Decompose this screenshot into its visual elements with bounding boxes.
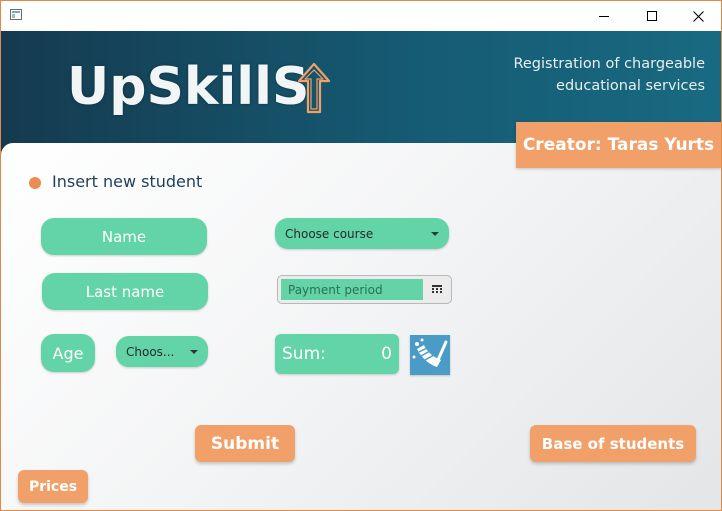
clear-form-button[interactable] [410,335,450,375]
close-icon [692,10,704,22]
section-bullet [29,177,41,189]
sum-display: Sum: 0 [275,334,399,374]
title-bar [1,1,721,31]
base-of-students-button[interactable]: Base of students [530,425,696,462]
submit-button[interactable]: Submit [195,425,295,462]
name-field[interactable]: Name [41,218,207,255]
last-name-field[interactable]: Last name [42,273,208,310]
calendar-icon [432,285,442,293]
maximize-icon [647,11,657,21]
course-select-value: Choose course [285,226,374,241]
calendar-button[interactable] [424,277,450,302]
upload-arrow-icon [297,62,331,114]
last-name-field-label: Last name [85,282,165,301]
course-select[interactable]: Choose course [275,218,449,249]
chevron-down-icon [190,349,198,354]
close-button[interactable] [675,1,721,31]
app-window: UpSkillS Registration of chargeable educ… [0,0,722,511]
creator-badge: Creator: Taras Yurts [516,122,721,168]
minimize-button[interactable] [581,1,627,31]
age-select[interactable]: Choos... [116,336,208,367]
age-select-value: Choos... [126,344,175,359]
app-window-icon [10,9,22,20]
name-field-label: Name [101,227,147,246]
app-logo-text: UpSkillS [67,57,310,117]
section-title: Insert new student [52,172,203,191]
age-field[interactable]: Age [41,334,95,372]
payment-period-picker [277,275,452,304]
sum-label: Sum: [282,344,326,364]
registration-title-line1: Registration of chargeable [513,56,705,72]
minimize-icon [599,16,609,17]
registration-title-line2: educational services [556,78,705,94]
prices-button[interactable]: Prices [18,470,88,503]
age-field-label: Age [52,343,84,363]
sum-value: 0 [381,344,392,364]
payment-period-input[interactable] [281,279,423,300]
broom-clear-icon [412,338,448,367]
maximize-button[interactable] [629,1,675,31]
chevron-down-icon [431,231,439,236]
